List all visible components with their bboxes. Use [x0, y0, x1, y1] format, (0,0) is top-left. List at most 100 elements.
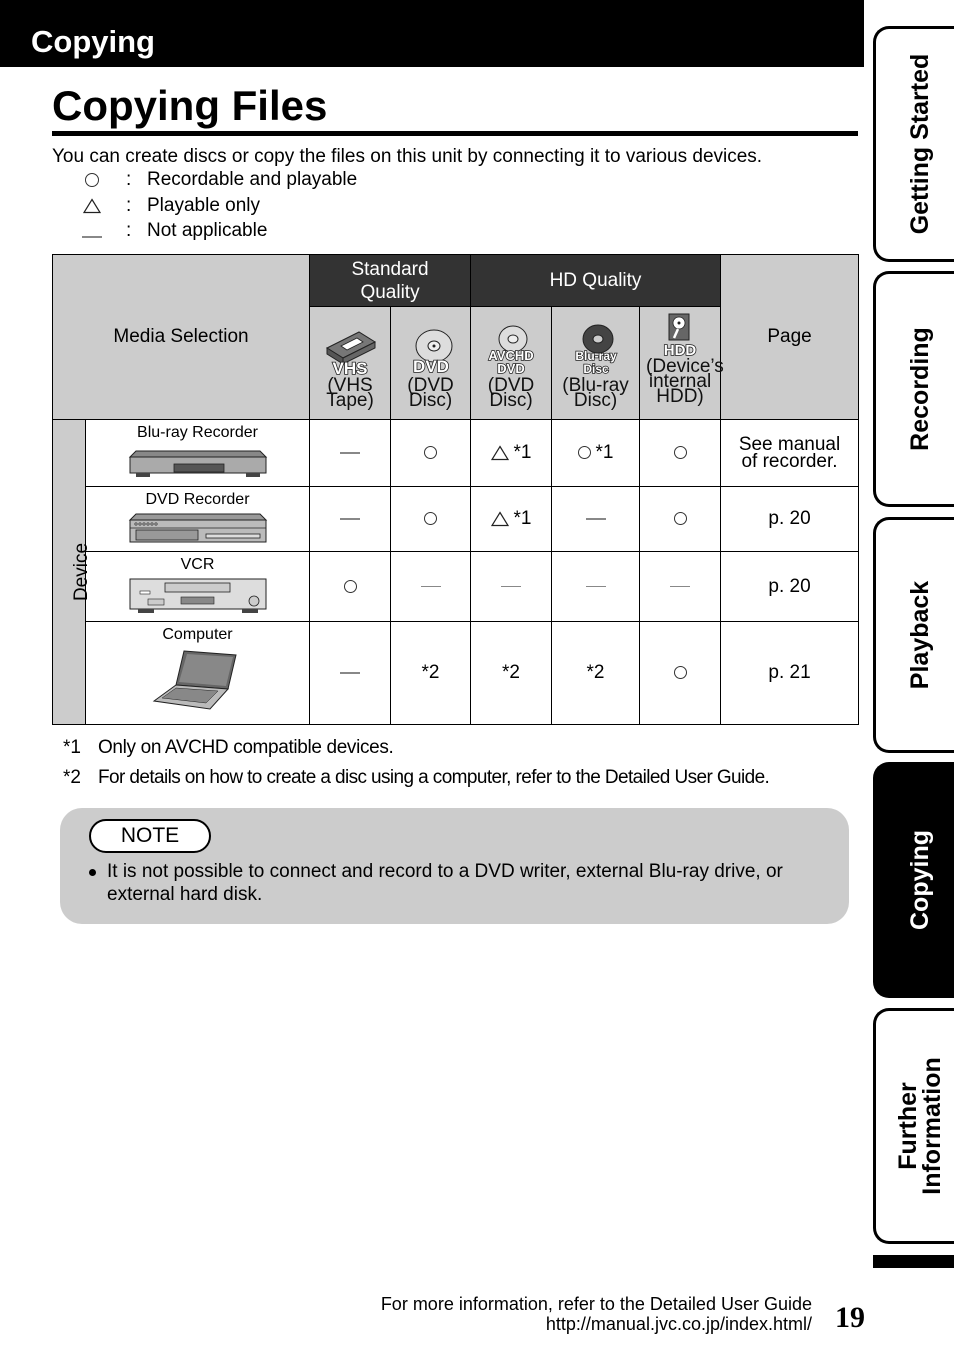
- media-header-blu-ray: Blu-ray Disc (Blu-ray Disc): [551, 306, 641, 420]
- footnote-ref: *2: [586, 661, 605, 683]
- table-row: VCR p. 20: [53, 551, 860, 622]
- footnote-ref: *1: [513, 507, 532, 529]
- device-cell-computer: Computer: [84, 621, 311, 725]
- page-number: 19: [835, 1301, 865, 1334]
- device-column-label: Device: [52, 419, 92, 725]
- device-cell-blu-ray-recorder: Blu-ray Recorder: [84, 419, 311, 487]
- footnote-ref: *2: [502, 661, 520, 683]
- media-header-hdd: HDD (Device’s internal HDD): [639, 306, 724, 420]
- blu-ray-disc-icon: Blu-ray Disc: [552, 318, 639, 376]
- cell-avchd: *1: [470, 419, 553, 487]
- side-tab-playback[interactable]: Playback: [873, 517, 954, 753]
- circle-symbol-icon: [673, 512, 687, 526]
- dash-symbol-icon: [420, 585, 441, 588]
- dash-symbol-icon: [80, 221, 104, 241]
- cell-avchd: *1: [470, 486, 553, 552]
- media-desc: (VHS Tape): [326, 375, 374, 411]
- media-desc: (Device’s internal HDD): [646, 356, 724, 407]
- triangle-symbol-icon: [80, 196, 104, 216]
- cell-vhs: [309, 419, 392, 487]
- side-tab-getting-started[interactable]: Getting Started: [873, 26, 954, 262]
- standard-quality-header: Standard Quality: [309, 254, 472, 307]
- device-cell-dvd-recorder: DVD Recorder: [84, 486, 311, 552]
- note-box: NOTE It is not possible to connect and r…: [60, 808, 849, 924]
- laptop-icon: [152, 650, 237, 710]
- cell-dvd: [390, 486, 472, 552]
- avchd-dvd-icon: AVCHD DVD: [471, 318, 551, 376]
- cell-avchd: [470, 551, 553, 622]
- cell-hdd: [639, 551, 722, 622]
- section-header-bar: Copying: [0, 0, 864, 67]
- dash-symbol-icon: [340, 452, 361, 454]
- svg-text:Blu-ray: Blu-ray: [575, 349, 617, 363]
- side-tab-further-information[interactable]: Further Information: [873, 1008, 954, 1244]
- svg-text:HDD: HDD: [664, 342, 697, 357]
- cell-blu-ray: [551, 486, 641, 552]
- page-header: Page: [720, 254, 860, 420]
- copy-compatibility-table: Media Selection Standard Quality HD Qual…: [51, 254, 860, 725]
- circle-symbol-icon: [80, 170, 104, 190]
- footnote-ref: *1: [513, 441, 532, 463]
- circle-symbol-icon: [673, 446, 687, 460]
- dash-symbol-icon: [340, 672, 361, 674]
- circle-symbol-icon: [343, 579, 357, 593]
- cell-dvd: [390, 419, 472, 487]
- note-item: It is not possible to connect and record…: [88, 860, 837, 906]
- triangle-symbol-icon: [490, 511, 509, 527]
- hd-quality-header: HD Quality: [470, 254, 722, 307]
- cell-vhs: [309, 486, 392, 552]
- svg-text:VHS: VHS: [333, 359, 368, 376]
- blu-ray-recorder-icon: [128, 450, 267, 477]
- footer-url[interactable]: http://manual.jvc.co.jp/index.html/: [381, 1314, 812, 1334]
- circle-symbol-icon: [424, 446, 438, 460]
- media-header-vhs: VHS (VHS Tape): [309, 306, 392, 420]
- dash-symbol-icon: [585, 518, 606, 520]
- side-tab-copying[interactable]: Copying: [873, 762, 954, 998]
- vhs-tape-icon: VHS: [310, 318, 390, 376]
- cell-hdd: [639, 486, 722, 552]
- title-underline: [52, 131, 858, 136]
- bullet-icon: [89, 869, 96, 876]
- dash-symbol-icon: [670, 585, 691, 588]
- media-selection-header: Media Selection: [51, 254, 311, 420]
- note-label: NOTE: [89, 819, 211, 853]
- legend-text: Recordable and playable: [147, 169, 358, 190]
- legend-text: Playable only: [147, 194, 261, 216]
- side-tab-recording[interactable]: Recording: [873, 271, 954, 507]
- media-header-dvd: DVD (DVD Disc): [390, 306, 472, 420]
- media-desc: (Blu-ray Disc): [562, 375, 629, 411]
- dvd-disc-icon: DVD: [391, 318, 470, 376]
- table-row: Computer *2 *2 *2 p. 21: [53, 621, 860, 725]
- vcr-icon: [129, 578, 266, 613]
- page-title: Copying Files: [52, 82, 328, 129]
- dash-symbol-icon: [501, 585, 522, 588]
- cell-vhs: [309, 621, 392, 725]
- page-ref: p. 20: [720, 551, 860, 622]
- table-header-row-groups: Media Selection Standard Quality HD Qual…: [51, 254, 860, 420]
- cell-blu-ray: *2: [551, 621, 641, 725]
- cell-hdd: [639, 419, 722, 487]
- cell-blu-ray: [551, 551, 641, 622]
- dash-symbol-icon: [585, 585, 606, 588]
- page-ref: p. 20: [720, 486, 860, 552]
- dvd-recorder-icon: [128, 513, 267, 543]
- hdd-icon: HDD: [640, 307, 720, 357]
- legend-text: Not applicable: [147, 220, 268, 241]
- footnote-ref: *1: [595, 441, 614, 463]
- cell-avchd: *2: [470, 621, 553, 725]
- svg-text:DVD: DVD: [413, 357, 449, 376]
- circle-symbol-icon: [673, 666, 687, 680]
- footnote-ref: *2: [421, 661, 440, 683]
- media-desc: (DVD Disc): [487, 375, 535, 411]
- media-desc: (DVD Disc): [407, 375, 454, 411]
- circle-symbol-icon: [424, 512, 438, 526]
- svg-text:DVD: DVD: [497, 361, 524, 376]
- intro-text: You can create discs or copy the files o…: [52, 146, 763, 167]
- device-cell-vcr: VCR: [84, 551, 311, 622]
- media-header-avchd-dvd: AVCHD DVD (DVD Disc): [470, 306, 553, 420]
- cell-hdd: [639, 621, 722, 725]
- svg-text:Disc: Disc: [583, 362, 609, 376]
- cell-vhs: [309, 551, 392, 622]
- side-tab-bottom-bar: [873, 1255, 954, 1268]
- page-ref: See manual of recorder.: [720, 419, 860, 487]
